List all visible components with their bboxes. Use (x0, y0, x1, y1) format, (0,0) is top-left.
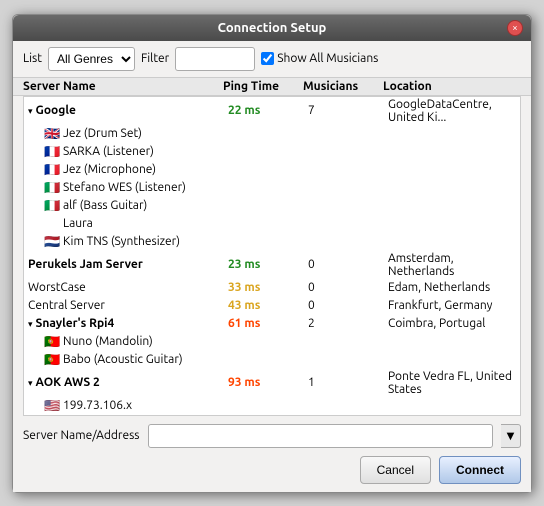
list-item[interactable]: 🇳🇱Kim TNS (Synthesizer) (24, 233, 520, 251)
child-name: Jez (Drum Set) (63, 127, 142, 140)
location-cell: GoogleDataCentre, United Ki... (388, 98, 516, 124)
server-name-row: Server Name/Address ▼ (23, 424, 521, 448)
musicians-cell: 1 (308, 376, 388, 389)
flag-icon: 🇬🇧 (44, 128, 60, 139)
connect-button[interactable]: Connect (439, 456, 521, 484)
table-row[interactable]: Perukels Jam Server 23 ms0Amsterdam, Neth… (24, 251, 520, 279)
server-name-text: Snayler's Rpi4 (36, 317, 115, 330)
child-name: SARKA (Listener) (63, 145, 154, 158)
title-bar: Connection Setup × (13, 15, 531, 41)
server-list[interactable]: ▾Google22 ms7GoogleDataCentre, United Ki… (23, 96, 521, 416)
list-item[interactable]: 🇺🇸199.73.106.x (24, 397, 520, 415)
ping-cell: 93 ms (228, 376, 308, 389)
buttons-row: Cancel Connect (23, 456, 521, 484)
expand-icon: ▾ (28, 106, 33, 117)
server-name-text: Perukels Jam Server (28, 258, 143, 271)
flag-icon: 🇵🇹 (44, 354, 60, 365)
table-row[interactable]: ▾AOK AWS 293 ms1Ponte Vedra FL, United S… (24, 369, 520, 397)
flag-icon: 🇳🇱 (44, 236, 60, 247)
server-name-text: AOK AWS 2 (36, 376, 100, 389)
list-item[interactable]: Laura (24, 215, 520, 233)
child-name: 199.73.106.x (63, 399, 132, 412)
list-item[interactable]: 🇫🇷Jez (Microphone) (24, 161, 520, 179)
list-item[interactable]: 🇬🇧Jez (Drum Set) (24, 125, 520, 143)
list-item[interactable]: 🇵🇹Babo (Acoustic Guitar) (24, 351, 520, 369)
musicians-cell: 0 (308, 281, 388, 294)
server-name-label: Server Name/Address (23, 429, 140, 442)
child-name: Babo (Acoustic Guitar) (63, 353, 183, 366)
ping-cell: 33 ms (228, 281, 308, 294)
col-location: Location (383, 80, 521, 93)
location-cell: Edam, Netherlands (388, 281, 516, 294)
server-name-cell: ▾Google (28, 104, 228, 117)
musicians-cell: 0 (308, 258, 388, 271)
table-row[interactable]: Central Server 43 ms0Frankfurt, Germany (24, 297, 520, 315)
child-name: Nuno (Mandolin) (63, 335, 153, 348)
col-ping: Ping Time (223, 80, 303, 93)
location-cell: Ponte Vedra FL, United States (388, 370, 516, 396)
server-name-text: WorstCase (28, 281, 86, 294)
show-all-checkbox[interactable] (261, 52, 274, 65)
flag-icon: 🇮🇹 (44, 200, 60, 211)
location-cell: Amsterdam, Netherlands (388, 252, 516, 278)
server-name-text: Google (36, 104, 76, 117)
location-cell: Frankfurt, Germany (388, 299, 516, 312)
child-name: Kim TNS (Synthesizer) (63, 235, 180, 248)
server-name-cell: Central Server (28, 299, 228, 312)
ping-cell: 22 ms (228, 104, 308, 117)
list-item[interactable]: 🇮🇹alf (Bass Guitar) (24, 197, 520, 215)
child-name: Laura (63, 217, 93, 230)
table-row[interactable]: WorstCase 33 ms0Edam, Netherlands (24, 279, 520, 297)
child-name: alf (Bass Guitar) (63, 199, 147, 212)
server-name-dropdown-btn[interactable]: ▼ (501, 424, 521, 448)
show-all-container: Show All Musicians (261, 52, 378, 65)
musicians-cell: 2 (308, 317, 388, 330)
flag-icon: 🇫🇷 (44, 146, 60, 157)
list-item[interactable]: 🇮🇹Stefano WES (Listener) (24, 179, 520, 197)
ping-cell: 23 ms (228, 258, 308, 271)
list-label: List (23, 52, 42, 65)
filter-label: Filter (141, 52, 169, 65)
expand-icon: ▾ (28, 319, 33, 330)
flag-icon: 🇺🇸 (44, 400, 60, 411)
child-name: Stefano WES (Listener) (63, 181, 186, 194)
ping-cell: 43 ms (228, 299, 308, 312)
toolbar: List All Genres Rock Jazz Filter Show Al… (13, 41, 531, 77)
flag-icon: 🇮🇹 (44, 182, 60, 193)
show-all-label: Show All Musicians (277, 52, 378, 65)
table-row[interactable]: ▾Google22 ms7GoogleDataCentre, United Ki… (24, 97, 520, 125)
genre-select[interactable]: All Genres Rock Jazz (48, 47, 135, 71)
server-name-cell: ▾AOK AWS 2 (28, 376, 228, 389)
col-server-name: Server Name (23, 80, 223, 93)
child-name: Jez (Microphone) (63, 163, 156, 176)
expand-icon: ▾ (28, 378, 33, 389)
server-name-cell: ▾Snayler's Rpi4 (28, 317, 228, 330)
server-name-text: Central Server (28, 299, 105, 312)
server-name-input[interactable] (148, 424, 493, 448)
server-name-cell: WorstCase (28, 281, 228, 294)
ping-cell: 61 ms (228, 317, 308, 330)
musicians-cell: 0 (308, 299, 388, 312)
server-name-cell: Perukels Jam Server (28, 258, 228, 271)
col-musicians: Musicians (303, 80, 383, 93)
table-header: Server Name Ping Time Musicians Location (13, 77, 531, 96)
flag-icon: 🇫🇷 (44, 164, 60, 175)
footer: Server Name/Address ▼ Cancel Connect (13, 416, 531, 492)
flag-icon: 🇵🇹 (44, 336, 60, 347)
table-row[interactable]: ▾Snayler's Rpi461 ms2Coimbra, Portugal (24, 315, 520, 333)
close-button[interactable]: × (507, 20, 523, 36)
list-item[interactable]: 🇵🇹Nuno (Mandolin) (24, 333, 520, 351)
connection-setup-dialog: Connection Setup × List All Genres Rock … (12, 14, 532, 493)
list-item[interactable]: 🇫🇷SARKA (Listener) (24, 143, 520, 161)
musicians-cell: 7 (308, 104, 388, 117)
cancel-button[interactable]: Cancel (360, 456, 431, 484)
filter-input[interactable] (175, 47, 255, 71)
location-cell: Coimbra, Portugal (388, 317, 516, 330)
dialog-title: Connection Setup (218, 21, 327, 35)
